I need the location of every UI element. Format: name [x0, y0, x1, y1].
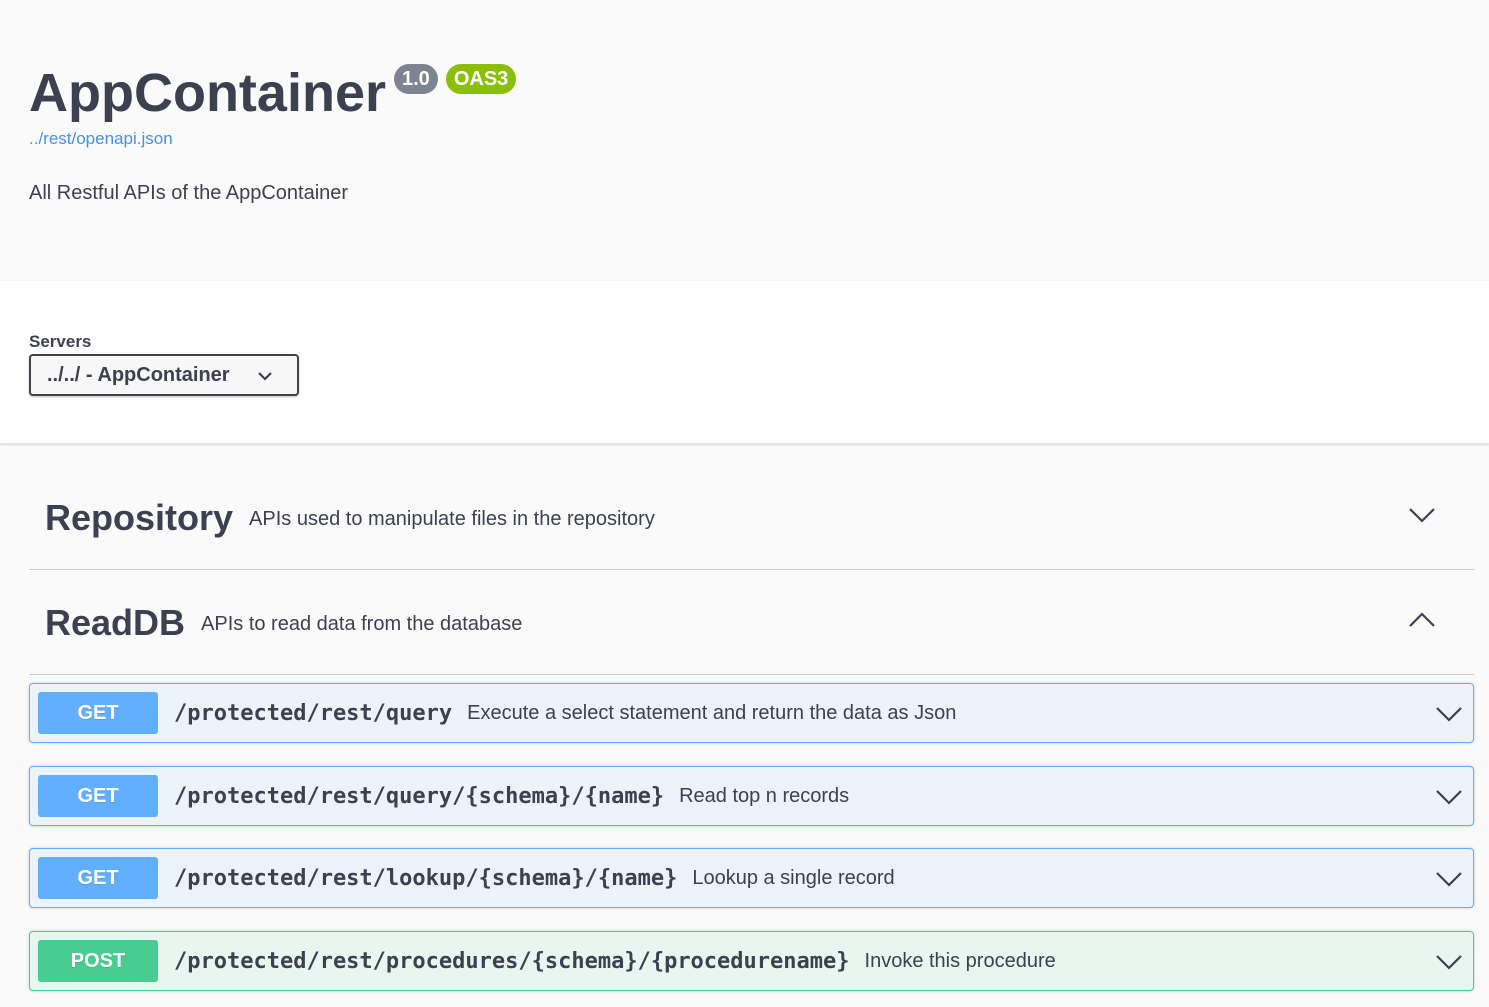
tag-name: ReadDB — [45, 601, 186, 643]
servers-select[interactable]: ../../ - AppContainer — [29, 354, 299, 396]
version-badge: 1.0 — [394, 64, 438, 94]
operation-path: /protected/rest/query — [174, 700, 453, 726]
info-section: AppContainer 1.0 OAS3 ../rest/openapi.js… — [0, 0, 1489, 281]
chevron-down-icon[interactable] — [1435, 788, 1463, 806]
chevron-down-icon[interactable] — [1435, 705, 1463, 723]
servers-section: Servers ../../ - AppContainer — [0, 281, 1489, 444]
tag-description: APIs to read data from the database — [201, 613, 523, 635]
chevron-down-icon — [258, 372, 272, 381]
operation-get-query-schema-name[interactable]: GET /protected/rest/query/{schema}/{name… — [29, 766, 1474, 826]
oas-badge: OAS3 — [445, 64, 517, 94]
method-badge: GET — [38, 775, 158, 817]
chevron-up-icon[interactable] — [1408, 611, 1436, 629]
method-badge: GET — [38, 857, 158, 899]
operation-path: /protected/rest/lookup/{schema}/{name} — [174, 865, 678, 891]
title-row: AppContainer 1.0 OAS3 — [29, 60, 517, 126]
chevron-down-icon[interactable] — [1435, 953, 1463, 971]
api-description: All Restful APIs of the AppContainer — [29, 182, 349, 204]
operation-path: /protected/rest/procedures/{schema}/{pro… — [174, 948, 850, 974]
operation-summary: Read top n records — [679, 784, 850, 807]
operation-post-procedures[interactable]: POST /protected/rest/procedures/{schema}… — [29, 931, 1474, 991]
method-badge: GET — [38, 692, 158, 734]
tag-description: APIs used to manipulate files in the rep… — [249, 508, 655, 530]
tag-readdb[interactable]: ReadDB APIs to read data from the databa… — [29, 571, 1474, 675]
operation-summary: Lookup a single record — [692, 866, 895, 889]
spec-url-link[interactable]: ../rest/openapi.json — [29, 129, 173, 149]
servers-label: Servers — [29, 332, 92, 351]
tag-repository[interactable]: Repository APIs used to manipulate files… — [29, 466, 1474, 570]
chevron-down-icon[interactable] — [1435, 870, 1463, 888]
operation-summary: Execute a select statement and return th… — [467, 701, 957, 724]
operation-get-lookup[interactable]: GET /protected/rest/lookup/{schema}/{nam… — [29, 848, 1474, 908]
operation-path: /protected/rest/query/{schema}/{name} — [174, 783, 665, 809]
operation-get-query[interactable]: GET /protected/rest/query Execute a sele… — [29, 683, 1474, 743]
servers-selected-value: ../../ - AppContainer — [47, 363, 230, 386]
tag-name: Repository — [45, 496, 234, 538]
api-title: AppContainer — [29, 63, 386, 123]
operation-summary: Invoke this procedure — [864, 949, 1056, 972]
method-badge: POST — [38, 940, 158, 982]
chevron-down-icon[interactable] — [1408, 506, 1436, 524]
